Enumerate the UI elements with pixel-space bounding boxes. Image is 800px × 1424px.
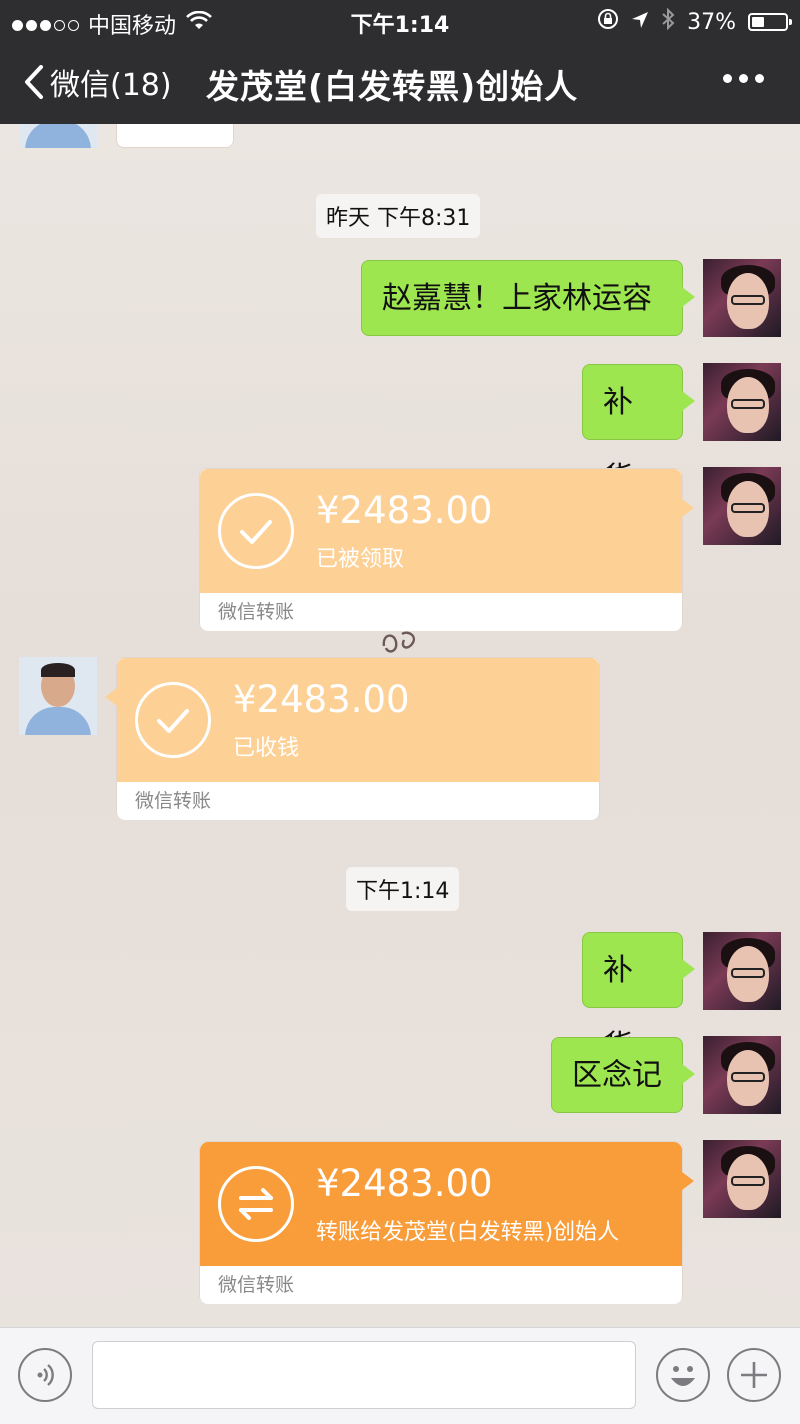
transfer-card-top: ¥2483.00 转账给发茂堂(白发转黑)创始人 bbox=[200, 1142, 682, 1266]
more-icon[interactable] bbox=[723, 74, 764, 83]
transfer-status: 转账给发茂堂(白发转黑)创始人 bbox=[316, 1220, 620, 1245]
transfer-card[interactable]: ¥2483.00 转账给发茂堂(白发转黑)创始人 微信转账 bbox=[199, 1141, 694, 1304]
rotation-lock-icon bbox=[597, 8, 619, 36]
chat-area[interactable]: 昨天 下午8:31 赵嘉慧！上家林运容 补货 ¥2483.00 已被领取 微信转… bbox=[0, 124, 800, 1327]
check-icon bbox=[135, 682, 211, 758]
my-avatar[interactable] bbox=[703, 467, 781, 545]
transfer-card[interactable]: ¥2483.00 已被领取 微信转账 bbox=[199, 468, 694, 631]
bubble-tail bbox=[105, 688, 117, 706]
status-right: 37% bbox=[597, 7, 792, 36]
transfer-amount: ¥2483.00 bbox=[316, 1162, 493, 1205]
my-avatar[interactable] bbox=[703, 259, 781, 337]
my-avatar[interactable] bbox=[703, 932, 781, 1010]
transfer-card-top: ¥2483.00 已收钱 bbox=[117, 658, 599, 782]
transfer-card-top: ¥2483.00 已被领取 bbox=[200, 469, 682, 593]
my-avatar[interactable] bbox=[703, 1140, 781, 1218]
chat-title: 发茂堂(白发转黑)创始人 bbox=[206, 67, 579, 106]
my-text-bubble[interactable]: 补货 bbox=[582, 932, 695, 1064]
avatar[interactable] bbox=[19, 124, 97, 148]
emoji-icon[interactable] bbox=[656, 1348, 710, 1402]
timestamp: 下午1:14 bbox=[346, 867, 460, 911]
input-bar bbox=[0, 1327, 800, 1424]
bluetooth-icon bbox=[661, 7, 675, 36]
transfer-footer: 微信转账 bbox=[200, 593, 682, 631]
status-bar: 中国移动 下午1:14 37% bbox=[0, 0, 800, 40]
back-button[interactable]: 微信(18) bbox=[24, 60, 172, 104]
my-text-bubble[interactable]: 补货 bbox=[582, 364, 695, 496]
avatar[interactable] bbox=[19, 657, 97, 735]
check-icon bbox=[218, 493, 294, 569]
location-icon bbox=[631, 10, 649, 35]
transfer-arrows-icon bbox=[218, 1166, 294, 1242]
battery-icon bbox=[748, 13, 792, 31]
transfer-amount: ¥2483.00 bbox=[316, 489, 493, 532]
chevron-left-icon bbox=[25, 65, 43, 99]
transfer-footer: 微信转账 bbox=[200, 1266, 682, 1304]
back-label: 微信(18) bbox=[50, 68, 172, 103]
transfer-footer: 微信转账 bbox=[117, 782, 599, 820]
voice-icon[interactable] bbox=[18, 1348, 72, 1402]
doodle-icon bbox=[382, 631, 416, 653]
my-text-bubble[interactable]: 赵嘉慧！上家林运容 bbox=[361, 260, 695, 336]
transfer-status: 已被领取 bbox=[316, 547, 405, 572]
plus-icon[interactable] bbox=[727, 1348, 781, 1402]
top-bar: 中国移动 下午1:14 37% 微信(18) 发茂堂(白发转黑)创始人 bbox=[0, 0, 800, 124]
timestamp: 昨天 下午8:31 bbox=[316, 194, 481, 238]
battery-fill bbox=[752, 17, 764, 27]
nav-bar: 微信(18) 发茂堂(白发转黑)创始人 bbox=[0, 40, 800, 124]
my-avatar[interactable] bbox=[703, 1036, 781, 1114]
transfer-amount: ¥2483.00 bbox=[233, 678, 410, 721]
message-bubble-partial[interactable] bbox=[116, 124, 234, 148]
my-avatar[interactable] bbox=[703, 363, 781, 441]
battery-percent: 37% bbox=[687, 9, 736, 35]
message-input[interactable] bbox=[92, 1341, 636, 1409]
transfer-status: 已收钱 bbox=[233, 736, 300, 761]
my-text-bubble[interactable]: 区念记 bbox=[551, 1037, 695, 1113]
transfer-card[interactable]: ¥2483.00 已收钱 微信转账 bbox=[105, 657, 600, 820]
